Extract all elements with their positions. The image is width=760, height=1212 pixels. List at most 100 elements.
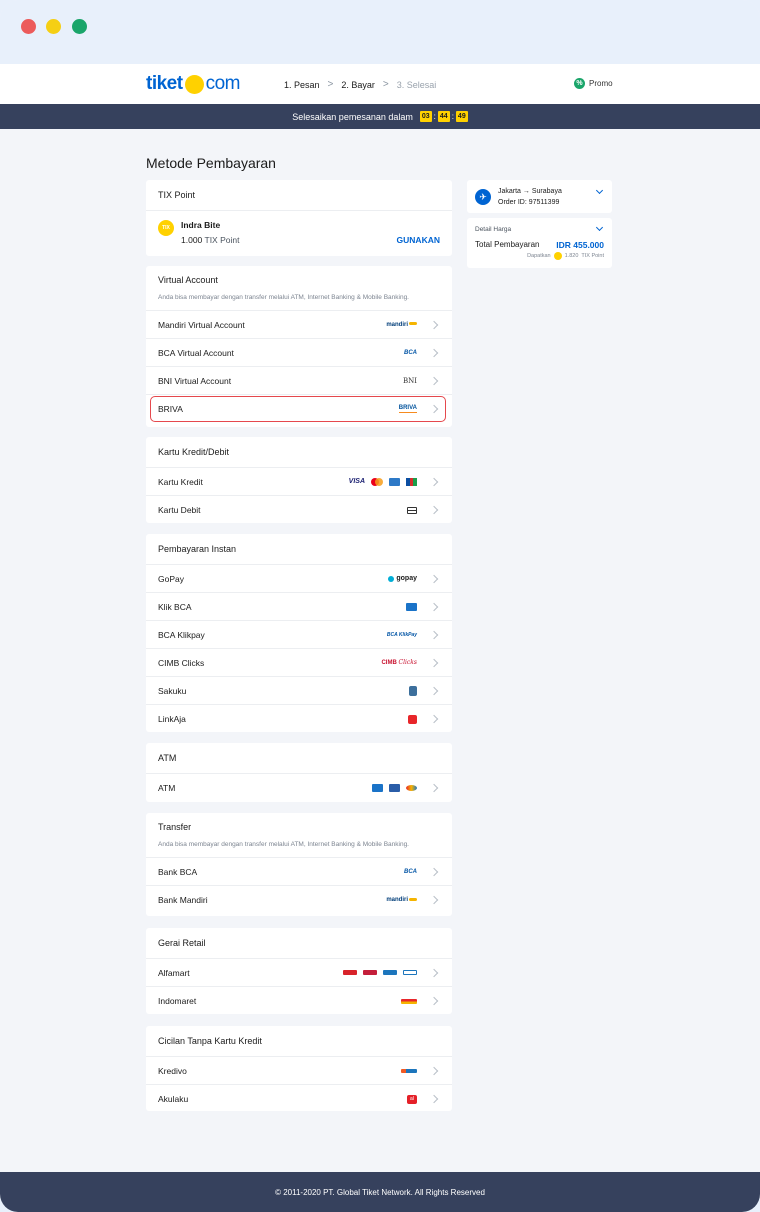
countdown-minutes: 44 — [437, 111, 450, 122]
tix-coin-icon — [553, 252, 562, 260]
chevron-right-icon — [429, 658, 439, 667]
transfer-card: Transfer Anda bisa membayar dengan trans… — [146, 813, 452, 916]
countdown-label: Selesaikan pemesanan dalam — [292, 111, 413, 122]
maximize-window-button[interactable] — [72, 19, 87, 34]
use-tix-button[interactable]: GUNAKAN — [397, 235, 440, 245]
virtual-account-desc: Anda bisa membayar dengan transfer melal… — [146, 294, 452, 311]
promo-link[interactable]: % Promo — [574, 78, 613, 89]
payment-option-akulaku[interactable]: Akulaku al — [146, 1085, 452, 1113]
arrow-right-icon: → — [522, 188, 530, 195]
virtual-account-title: Virtual Account — [158, 275, 218, 285]
chevron-right-icon — [429, 376, 439, 385]
airplane-icon: ✈ — [475, 189, 491, 205]
payment-option-alfamart[interactable]: Alfamart — [146, 959, 452, 987]
chevron-right-icon — [429, 404, 439, 414]
chevron-right-icon — [429, 968, 439, 977]
step-bayar: 2. Bayar — [341, 79, 375, 90]
payment-option-bca-klikpay[interactable]: BCA Klikpay BCA KlikPay — [146, 621, 452, 649]
option-label: Kredivo — [158, 1065, 187, 1076]
minimize-window-button[interactable] — [46, 19, 61, 34]
payment-option-mandiri-va[interactable]: Mandiri Virtual Account mandiri — [146, 311, 452, 339]
payment-option-briva[interactable]: BRIVA BRIVA — [146, 395, 452, 423]
total-payment-label: Total Pembayaran — [475, 240, 540, 249]
tiket-logo[interactable]: tiket com — [146, 73, 240, 95]
option-label: Indomaret — [158, 996, 197, 1006]
trip-summary-card[interactable]: ✈ Jakarta → Surabaya Order ID: 97511399 — [467, 180, 612, 213]
payment-option-kredivo[interactable]: Kredivo — [146, 1057, 452, 1085]
kredivo-logo — [401, 1068, 417, 1073]
payment-option-indomaret[interactable]: Indomaret — [146, 987, 452, 1015]
percent-icon: % — [574, 78, 585, 89]
payment-option-klik-bca[interactable]: Klik BCA — [146, 593, 452, 621]
payment-option-credit-card[interactable]: Kartu Kredit VISA — [146, 468, 452, 496]
atm-bersama-icon — [372, 784, 383, 792]
alfamidi-logo — [363, 970, 377, 975]
trip-destination: Surabaya — [531, 188, 562, 195]
option-label: LinkAja — [158, 714, 186, 724]
virtual-account-card: Virtual Account Anda bisa membayar denga… — [146, 266, 452, 427]
countdown-bar: Selesaikan pemesanan dalam 03 : 44 : 49 — [0, 104, 760, 129]
option-label: BNI Virtual Account — [158, 375, 232, 386]
chevron-right-icon — [429, 714, 439, 724]
option-label: Mandiri Virtual Account — [158, 319, 245, 330]
payment-option-gopay[interactable]: GoPay gopay — [146, 565, 452, 593]
card-icon — [407, 506, 417, 514]
option-label: CIMB Clicks — [158, 657, 205, 668]
logo-text-left: tiket — [146, 73, 183, 94]
option-label: Klik BCA — [158, 601, 192, 612]
bni-logo: BNI — [402, 376, 417, 385]
tix-user-name: Indra Bite — [181, 220, 221, 230]
mastercard-icon — [371, 477, 383, 486]
payment-option-debit-card[interactable]: Kartu Debit — [146, 496, 452, 524]
gopay-logo: gopay — [388, 575, 417, 582]
payment-option-bank-bca[interactable]: Bank BCA BCA — [146, 858, 452, 886]
payment-option-bca-va[interactable]: BCA Virtual Account BCA — [146, 339, 452, 367]
payment-option-bni-va[interactable]: BNI Virtual Account BNI — [146, 367, 452, 395]
payment-option-cimb-clicks[interactable]: CIMB Clicks CIMB Clicks — [146, 649, 452, 677]
cimb-logo: CIMB Clicks — [381, 659, 417, 666]
instant-payment-card: Pembayaran Instan GoPay gopay Klik BCA B… — [146, 534, 452, 732]
earn-points-unit: TIX Point — [581, 253, 604, 259]
chevron-right-icon — [429, 1066, 439, 1075]
tix-point-title: TIX Point — [146, 180, 452, 211]
indomaret-logo — [401, 998, 417, 1004]
cimb-logo-script: Clicks — [398, 659, 417, 666]
earn-prefix: Dapatkan — [527, 253, 551, 259]
sakuku-icon — [409, 685, 417, 696]
chevron-down-icon[interactable] — [595, 223, 604, 232]
option-label: Alfamart — [158, 967, 190, 978]
option-label: Kartu Kredit — [158, 476, 203, 487]
total-payment-value: IDR 455.000 — [556, 240, 604, 250]
payment-option-bank-mandiri[interactable]: Bank Mandiri mandiri — [146, 886, 452, 914]
akulaku-logo: al — [407, 1094, 417, 1104]
bca-logo: BCA — [404, 349, 417, 356]
dandan-logo — [403, 970, 417, 975]
chevron-down-icon[interactable] — [595, 186, 604, 195]
chevron-right-icon — [429, 348, 439, 357]
payment-option-atm[interactable]: ATM — [146, 774, 452, 802]
chevron-right-icon — [429, 320, 439, 329]
logo-text-right: com — [205, 73, 241, 94]
installment-title: Cicilan Tanpa Kartu Kredit — [146, 1026, 452, 1057]
close-window-button[interactable] — [21, 19, 36, 34]
browser-window: tiket com 1. Pesan > 2. Bayar > 3. Seles… — [0, 0, 760, 1212]
gopay-icon — [388, 575, 395, 582]
option-label: Akulaku — [158, 1094, 189, 1104]
chevron-right-icon — [429, 867, 439, 876]
payment-option-sakuku[interactable]: Sakuku — [146, 677, 452, 705]
chevron-right-icon — [429, 996, 439, 1006]
klikbca-icon — [406, 602, 417, 611]
transfer-desc: Anda bisa membayar dengan transfer melal… — [146, 841, 452, 858]
retail-title: Gerai Retail — [146, 928, 452, 959]
tix-points-balance: 1.000 TIX Point — [181, 235, 239, 245]
chevron-right-icon: > — [382, 79, 389, 90]
option-label: ATM — [158, 783, 176, 793]
option-label: BCA Klikpay — [158, 629, 205, 640]
earn-points-value: 1.820 — [564, 253, 579, 259]
bca-logo: BCA — [404, 868, 417, 875]
amex-icon — [389, 477, 400, 486]
prima-icon — [389, 784, 400, 792]
payment-option-linkaja[interactable]: LinkAja — [146, 705, 452, 733]
chevron-right-icon — [429, 477, 439, 486]
price-detail-label: Detail Harga — [475, 226, 512, 233]
